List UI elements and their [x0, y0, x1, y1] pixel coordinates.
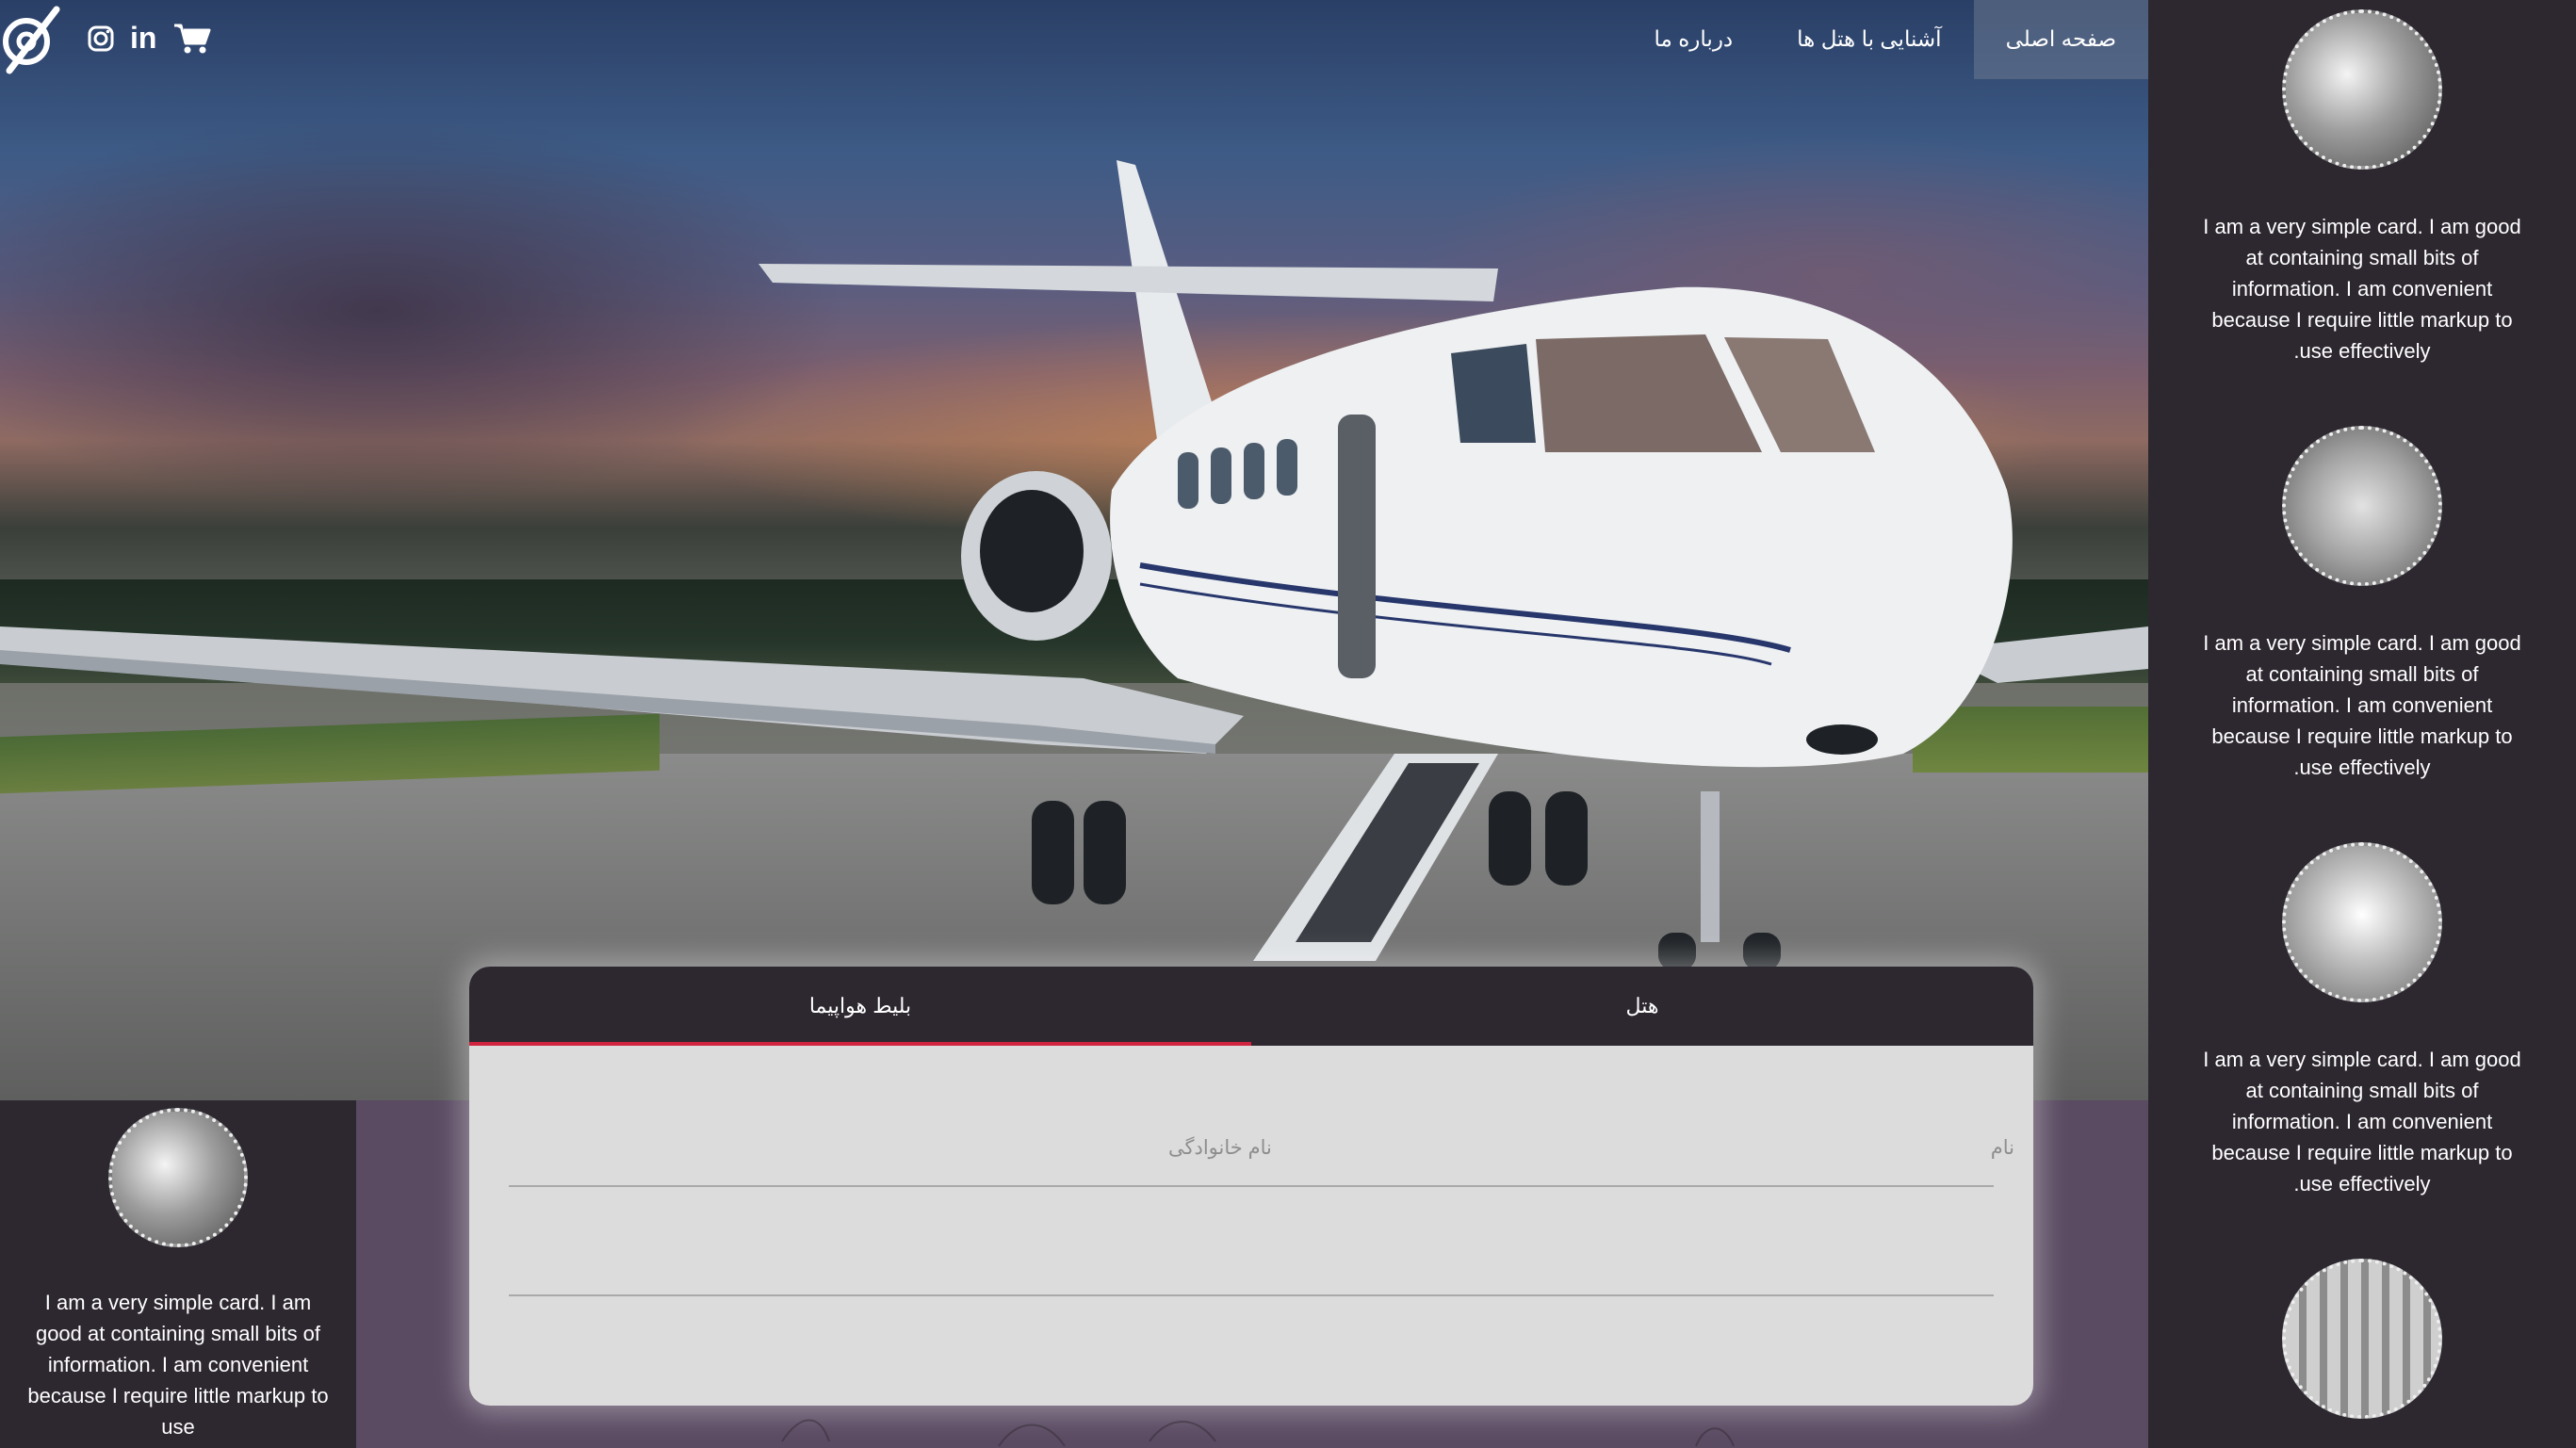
card-image — [2282, 9, 2442, 170]
tab-hotel[interactable]: هتل — [1251, 967, 2033, 1046]
last-name-label: نام خانوادگی — [1168, 1137, 1272, 1159]
nav-home[interactable]: صفحه اصلی — [1973, 0, 2148, 79]
cart-icon[interactable] — [173, 23, 211, 55]
card-image — [2282, 426, 2442, 586]
card-text: I am a very simple card. I am good at co… — [2203, 215, 2521, 363]
private-jet-illustration — [0, 160, 2148, 970]
linkedin-icon[interactable]: in — [130, 21, 156, 55]
card-text: I am a very simple card. I am good at co… — [2203, 1048, 2521, 1196]
nav-about[interactable]: درباره ما — [1622, 0, 1766, 79]
sidebar-card: I am a very simple card. I am good at co… — [2148, 426, 2576, 783]
nav-hotels[interactable]: آشنایی با هتل ها — [1765, 0, 1973, 79]
sidebar-card — [2148, 1259, 2576, 1419]
card-text: I am a very simple card. I am good at co… — [2203, 631, 2521, 779]
sidebar-card: I am a very simple card. I am good at co… — [2148, 842, 2576, 1199]
first-name-label: نام — [1990, 1137, 2014, 1159]
left-card: I am a very simple card. I am good at co… — [0, 1100, 356, 1448]
name-input[interactable] — [509, 1185, 1994, 1187]
sidebar-card: I am a very simple card. I am good at co… — [2148, 9, 2576, 366]
booking-panel: بلیط هواپیما هتل نام نام خانوادگی — [469, 967, 2033, 1406]
instagram-icon[interactable] — [87, 24, 115, 53]
card-image — [108, 1108, 248, 1247]
logo-icon[interactable] — [0, 0, 66, 79]
card-image — [2282, 1259, 2442, 1419]
card-image — [2282, 842, 2442, 1002]
decorative-sketch — [781, 1419, 1735, 1447]
main-nav: صفحه اصلی آشنایی با هتل ها درباره ما — [1622, 0, 2148, 79]
card-text: I am a very simple card. I am good at co… — [27, 1291, 329, 1439]
tab-flight[interactable]: بلیط هواپیما — [469, 967, 1251, 1046]
second-input[interactable] — [509, 1294, 1994, 1296]
sidebar: I am a very simple card. I am good at co… — [2148, 0, 2576, 1448]
hero-image — [0, 0, 2148, 1100]
booking-tabs: بلیط هواپیما هتل — [469, 967, 2033, 1046]
